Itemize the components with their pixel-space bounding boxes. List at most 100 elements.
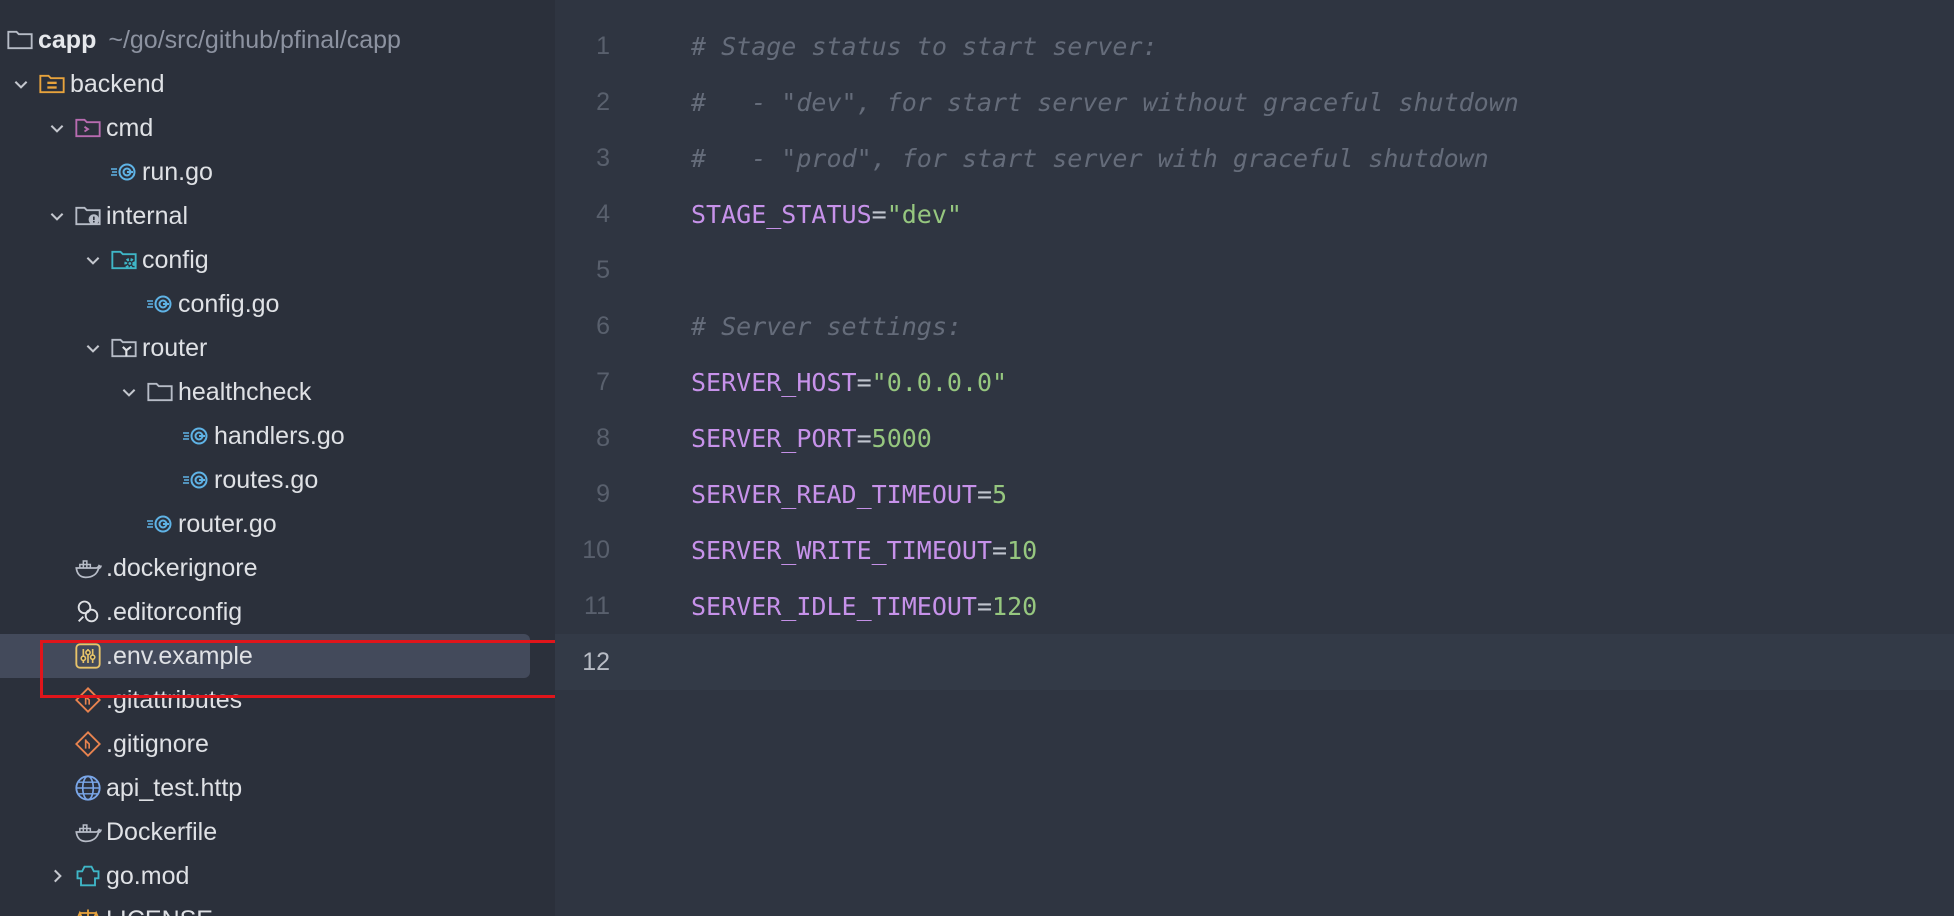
tree-item-api-test-http[interactable]: api_test.http bbox=[0, 766, 555, 810]
line-content: STAGE_STATUS="dev" bbox=[691, 200, 962, 229]
line-number: 5 bbox=[596, 255, 610, 284]
line-content: # - "dev", for start server without grac… bbox=[691, 88, 1519, 117]
tree-item-label: config.go bbox=[178, 289, 280, 318]
env-value: 5 bbox=[992, 479, 1008, 509]
code-line[interactable]: 9 SERVER_READ_TIMEOUT=5 bbox=[555, 466, 1954, 522]
line-number: 4 bbox=[596, 199, 610, 228]
license-icon bbox=[72, 898, 104, 916]
code-line[interactable]: 5 bbox=[555, 242, 1954, 298]
equals-sign: = bbox=[871, 199, 887, 229]
chevron-down-icon[interactable] bbox=[78, 238, 108, 282]
line-content: # - "prod", for start server with gracef… bbox=[691, 144, 1489, 173]
tree-item-run-go[interactable]: run.go bbox=[0, 150, 555, 194]
env-key: SERVER_HOST bbox=[691, 367, 857, 397]
comment-text: # Server settings: bbox=[691, 311, 962, 341]
comment-text: # - "prod", for start server with gracef… bbox=[691, 143, 1489, 173]
comment-text: # Stage status to start server: bbox=[691, 31, 1158, 61]
chevron-down-icon[interactable] bbox=[114, 370, 144, 414]
code-line[interactable]: 7 SERVER_HOST="0.0.0.0" bbox=[555, 354, 1954, 410]
tree-item-internal[interactable]: internal bbox=[0, 194, 555, 238]
tree-item-label: cmd bbox=[106, 113, 154, 142]
project-name: capp bbox=[38, 25, 97, 54]
line-number: 3 bbox=[596, 143, 610, 172]
code-line[interactable]: 2 # - "dev", for start server without gra… bbox=[555, 74, 1954, 130]
code-line[interactable]: 3 # - "prod", for start server with grace… bbox=[555, 130, 1954, 186]
tree-item-label: config bbox=[142, 245, 209, 274]
tree-item-router[interactable]: router bbox=[0, 326, 555, 370]
code-line[interactable]: 4 STAGE_STATUS="dev" bbox=[555, 186, 1954, 242]
tree-item-backend[interactable]: backend bbox=[0, 62, 555, 106]
go-file-icon bbox=[144, 502, 176, 546]
line-number: 7 bbox=[596, 367, 610, 396]
tree-item-router-go[interactable]: router.go bbox=[0, 502, 555, 546]
env-key: SERVER_WRITE_TIMEOUT bbox=[691, 535, 993, 565]
chevron-right-icon[interactable] bbox=[42, 854, 72, 898]
line-content: SERVER_WRITE_TIMEOUT=10 bbox=[691, 536, 1037, 565]
tree-item-gitignore[interactable]: .gitignore bbox=[0, 722, 555, 766]
tree-item-routes-go[interactable]: routes.go bbox=[0, 458, 555, 502]
tree-item-healthcheck[interactable]: healthcheck bbox=[0, 370, 555, 414]
docker-icon bbox=[72, 810, 104, 854]
line-number: 2 bbox=[596, 87, 610, 116]
env-value: 120 bbox=[992, 591, 1038, 621]
code-line[interactable]: 11 SERVER_IDLE_TIMEOUT=120 bbox=[555, 578, 1954, 634]
env-value: "0.0.0.0" bbox=[871, 367, 1008, 397]
tree-item-label: api_test.http bbox=[106, 773, 243, 802]
chevron-down-icon[interactable] bbox=[78, 326, 108, 370]
go-file-icon bbox=[108, 150, 140, 194]
git-icon bbox=[72, 678, 104, 722]
tree-item-label: routes.go bbox=[214, 465, 319, 494]
chevron-down-icon[interactable] bbox=[42, 106, 72, 150]
env-value: "dev" bbox=[886, 199, 962, 229]
tree-item-dockerignore[interactable]: .dockerignore bbox=[0, 546, 555, 590]
tree-item-gitattributes[interactable]: .gitattributes bbox=[0, 678, 555, 722]
go-file-icon bbox=[180, 458, 212, 502]
code-line[interactable]: 1 # Stage status to start server: bbox=[555, 18, 1954, 74]
project-sidebar: capp ~/go/src/github/pfinal/capp backend… bbox=[0, 0, 555, 916]
project-root-row[interactable]: capp ~/go/src/github/pfinal/capp bbox=[0, 18, 555, 62]
tree-item-dockerfile[interactable]: Dockerfile bbox=[0, 810, 555, 854]
cmd-folder-icon bbox=[72, 106, 104, 150]
go-file-icon bbox=[144, 282, 176, 326]
tree-item-config-go[interactable]: config.go bbox=[0, 282, 555, 326]
line-content: SERVER_READ_TIMEOUT=5 bbox=[691, 480, 1007, 509]
tree-item-editorconfig[interactable]: .editorconfig bbox=[0, 590, 555, 634]
globe-icon bbox=[72, 766, 104, 810]
tree-item-label: go.mod bbox=[106, 861, 190, 890]
line-content: # Stage status to start server: bbox=[691, 32, 1158, 61]
line-content: SERVER_PORT=5000 bbox=[691, 424, 932, 453]
tree-item-go-mod[interactable]: go.mod bbox=[0, 854, 555, 898]
code-line[interactable]: 6 # Server settings: bbox=[555, 298, 1954, 354]
env-value: 5000 bbox=[871, 423, 932, 453]
tree-item-cmd[interactable]: cmd bbox=[0, 106, 555, 150]
tree-item-env-example[interactable]: .env.example bbox=[0, 634, 555, 678]
line-content: SERVER_IDLE_TIMEOUT=120 bbox=[691, 592, 1037, 621]
equals-sign: = bbox=[976, 591, 993, 621]
equals-sign: = bbox=[856, 423, 872, 453]
code-line[interactable]: 10 SERVER_WRITE_TIMEOUT=10 bbox=[555, 522, 1954, 578]
code-line[interactable]: 8 SERVER_PORT=5000 bbox=[555, 410, 1954, 466]
tree-item-label: handlers.go bbox=[214, 421, 345, 450]
line-content: SERVER_HOST="0.0.0.0" bbox=[691, 368, 1007, 397]
editorconfig-icon bbox=[72, 590, 104, 634]
tree-item-label: LICENSE bbox=[106, 906, 213, 916]
chevron-down-icon[interactable] bbox=[42, 194, 72, 238]
tree-item-handlers-go[interactable]: handlers.go bbox=[0, 414, 555, 458]
tree-item-license[interactable]: LICENSE bbox=[0, 898, 555, 916]
code-line[interactable]: 12 bbox=[555, 634, 1954, 690]
go-mod-icon bbox=[72, 854, 104, 898]
chevron-down-icon[interactable] bbox=[6, 62, 36, 106]
tree-item-label: run.go bbox=[142, 157, 213, 186]
tree-item-config[interactable]: config bbox=[0, 238, 555, 282]
line-number: 9 bbox=[596, 479, 610, 508]
tree-item-label: router bbox=[142, 333, 208, 362]
comment-text: # - "dev", for start server without grac… bbox=[691, 87, 1519, 117]
